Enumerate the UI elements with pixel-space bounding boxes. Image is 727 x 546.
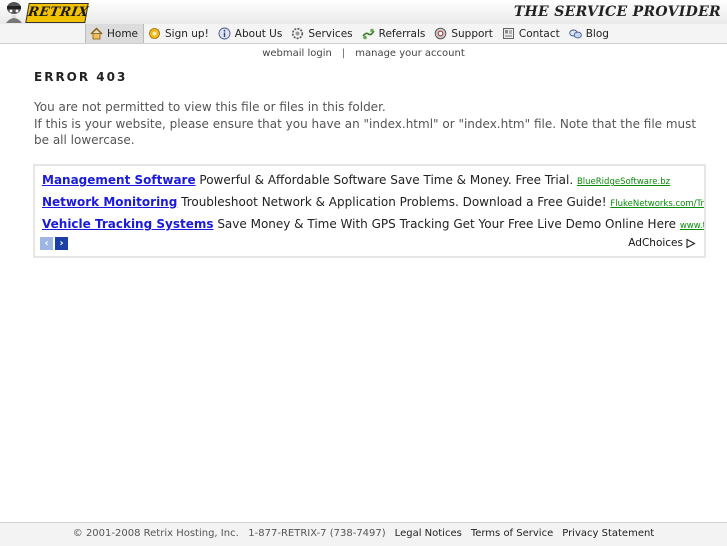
adchoices-play-icon bbox=[686, 238, 696, 248]
site-tagline: THE SERVICE PROVIDER bbox=[513, 4, 721, 20]
support-icon bbox=[435, 27, 447, 40]
ad-url[interactable]: FlukeNetworks.com/Troubleshoot-Apps bbox=[610, 199, 704, 209]
ad-pagination: ‹ › bbox=[40, 237, 68, 250]
ad-url[interactable]: BlueRidgeSoftware.bz bbox=[577, 177, 670, 187]
ad-text: Save Money & Time With GPS Tracking Get … bbox=[213, 217, 680, 231]
signup-icon bbox=[149, 28, 160, 39]
nav-label-signup: Sign up! bbox=[165, 27, 209, 40]
retrix-logo[interactable]: RETRIX bbox=[25, 3, 90, 23]
adchoices-link[interactable]: AdChoices bbox=[628, 237, 696, 249]
top-header: RETRIX THE SERVICE PROVIDER bbox=[0, 0, 727, 25]
ad-text: Troubleshoot Network & Application Probl… bbox=[177, 195, 611, 209]
nav-label-blog: Blog bbox=[585, 27, 609, 40]
privacy-statement-link[interactable]: Privacy Statement bbox=[562, 528, 654, 539]
nav-item-blog[interactable]: Blog bbox=[565, 24, 614, 43]
nav-item-contact[interactable]: Contact bbox=[498, 24, 565, 43]
nav-item-referrals[interactable]: Referrals bbox=[358, 24, 431, 43]
nav-item-services[interactable]: Services bbox=[287, 24, 357, 43]
info-icon bbox=[218, 27, 231, 40]
nav-item-home[interactable]: Home bbox=[85, 24, 145, 43]
adchoices-label: AdChoices bbox=[628, 237, 683, 249]
nav-item-signup[interactable]: Sign up! bbox=[144, 24, 214, 43]
nav-label-services: Services bbox=[308, 27, 353, 40]
error-message-line1: You are not permitted to view this file … bbox=[34, 100, 386, 114]
manage-account-link[interactable]: manage your account bbox=[355, 48, 465, 59]
ad-text: Powerful & Affordable Software Save Time… bbox=[195, 173, 577, 187]
legal-notices-link[interactable]: Legal Notices bbox=[395, 528, 462, 539]
nav-item-support[interactable]: Support bbox=[430, 24, 498, 43]
contact-icon bbox=[502, 28, 514, 39]
referrals-icon bbox=[361, 28, 375, 40]
ad-item: Vehicle Tracking Systems Save Money & Ti… bbox=[42, 217, 704, 231]
services-icon bbox=[292, 27, 304, 40]
ad-url[interactable]: www.teletrac.net bbox=[680, 221, 704, 231]
webmail-login-link[interactable]: webmail login bbox=[262, 48, 332, 59]
nav-label-home: Home bbox=[107, 27, 139, 40]
nav-item-about[interactable]: About Us bbox=[214, 24, 288, 43]
ad-prev-button[interactable]: ‹ bbox=[40, 237, 53, 250]
main-navbar: Home Sign up! About Us Services Referral… bbox=[0, 24, 727, 44]
error-message-line2: If this is your website, please ensure t… bbox=[34, 116, 697, 148]
nav-label-referrals: Referrals bbox=[378, 27, 426, 40]
ad-title[interactable]: Vehicle Tracking Systems bbox=[42, 217, 214, 231]
ad-title[interactable]: Network Monitoring bbox=[42, 195, 177, 209]
ad-item: Network Monitoring Troubleshoot Network … bbox=[42, 195, 704, 209]
error-message: You are not permitted to view this file … bbox=[34, 99, 704, 149]
nav-label-contact: Contact bbox=[518, 27, 560, 40]
home-icon bbox=[90, 27, 103, 40]
footer-copyright: © 2001-2008 Retrix Hosting, Inc. 1-877-R… bbox=[72, 528, 386, 539]
ad-title[interactable]: Management Software bbox=[42, 173, 196, 187]
nav-menu: Home Sign up! About Us Services Referral… bbox=[85, 24, 614, 43]
link-separator: | bbox=[341, 48, 346, 59]
nav-label-about: About Us bbox=[234, 27, 283, 40]
terms-of-service-link[interactable]: Terms of Service bbox=[471, 528, 553, 539]
blog-icon bbox=[568, 29, 582, 39]
ad-item: Management Software Powerful & Affordabl… bbox=[42, 173, 670, 187]
ad-box: Management Software Powerful & Affordabl… bbox=[33, 164, 706, 258]
account-links: webmail login | manage your account bbox=[0, 48, 727, 59]
nav-label-support: Support bbox=[451, 27, 493, 40]
mascot-logo-icon bbox=[6, 2, 22, 23]
ad-next-button[interactable]: › bbox=[55, 237, 68, 250]
footer: © 2001-2008 Retrix Hosting, Inc. 1-877-R… bbox=[0, 522, 727, 546]
error-title: ERROR 403 bbox=[34, 70, 128, 84]
